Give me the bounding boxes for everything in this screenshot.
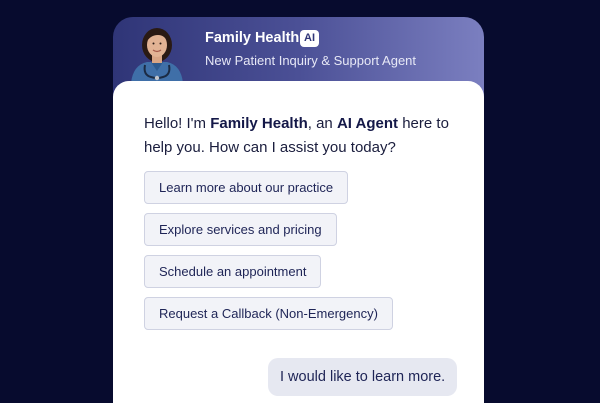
chat-widget: Family Health AI New Patient Inquiry & S… [113,17,484,403]
nurse-avatar [125,21,189,83]
bot-greeting-message: Hello! I'm Family Health, an AI Agent he… [144,112,454,160]
option-request-callback-button[interactable]: Request a Callback (Non-Emergency) [144,297,393,330]
ai-badge: AI [300,30,319,47]
chat-body: Hello! I'm Family Health, an AI Agent he… [113,81,484,403]
greeting-middle: , an [307,115,337,132]
option-learn-more-button[interactable]: Learn more about our practice [144,171,349,204]
agent-name: Family Health [205,30,300,46]
greeting-prefix: Hello! I'm [144,115,211,132]
option-services-pricing-button[interactable]: Explore services and pricing [144,213,337,246]
greeting-brand: Family Health [210,115,308,132]
option-schedule-appointment-button[interactable]: Schedule an appointment [144,255,322,288]
user-message-bubble: I would like to learn more. [268,358,458,396]
agent-role: New Patient Inquiry & Support Agent [205,53,417,68]
greeting-agent-label: AI Agent [336,115,399,132]
